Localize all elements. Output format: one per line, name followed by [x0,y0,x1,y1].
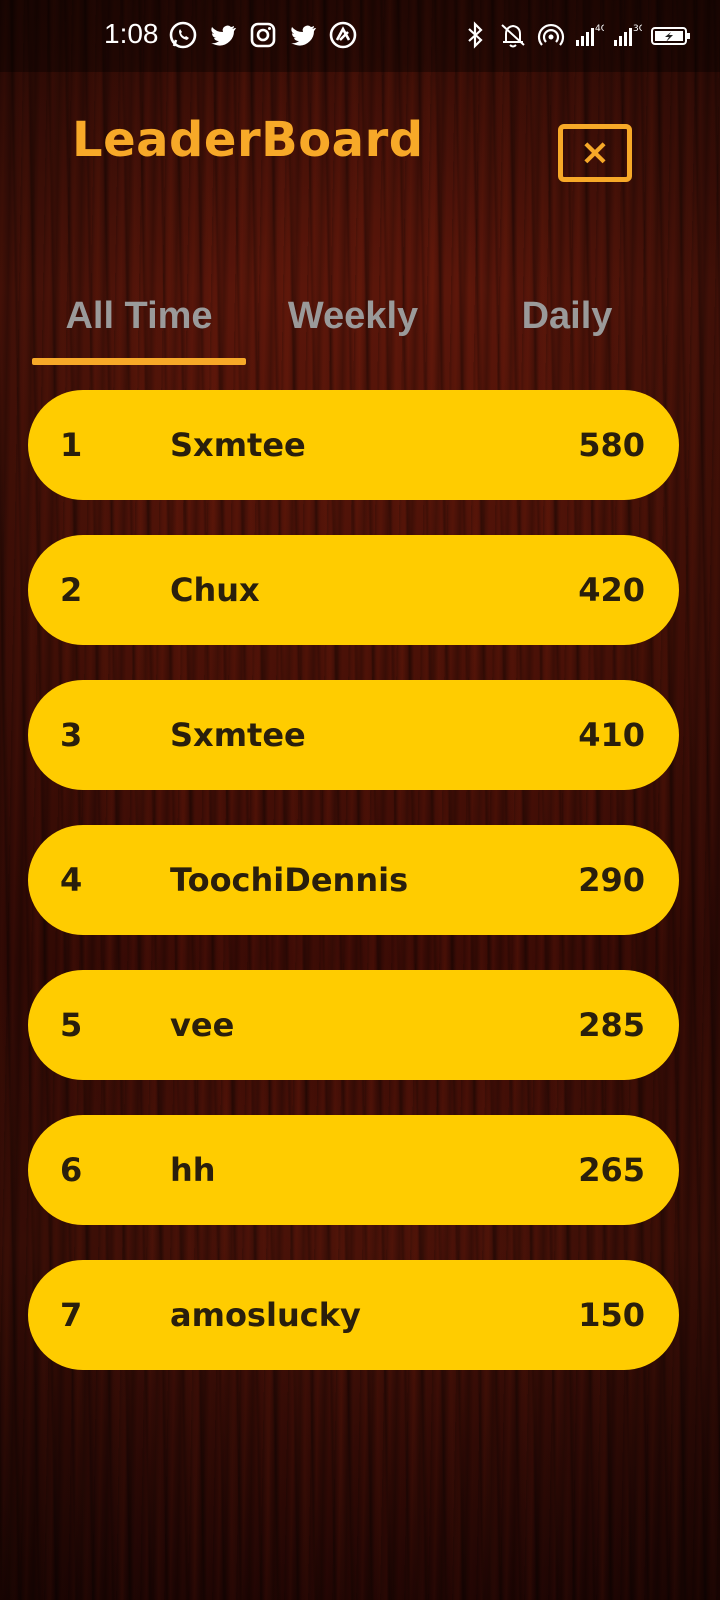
player-name: vee [170,1006,235,1044]
status-bar: 1:08 4G 3G [0,0,720,72]
whatsapp-icon [168,20,198,50]
rank-number: 2 [60,571,83,609]
player-name: Sxmtee [170,426,306,464]
status-time: 1:08 [104,18,159,49]
active-tab-indicator [32,358,246,365]
player-score: 290 [578,861,645,899]
svg-text:4G: 4G [595,24,604,34]
svg-text:3G: 3G [633,24,642,34]
leaderboard-row[interactable]: 2 Chux 420 [28,535,679,645]
leaderboard-row[interactable]: 6 hh 265 [28,1115,679,1225]
close-button[interactable]: × [558,124,632,182]
instagram-icon [248,20,278,50]
leaderboard-row[interactable]: 5 vee 285 [28,970,679,1080]
tab-daily[interactable]: Daily [460,288,674,344]
close-icon: × [579,132,611,173]
player-score: 285 [578,1006,645,1044]
rank-number: 4 [60,861,83,899]
player-score: 265 [578,1151,645,1189]
bell-muted-icon [498,20,528,50]
leaderboard-row[interactable]: 7 amoslucky 150 [28,1260,679,1370]
tab-weekly[interactable]: Weekly [246,288,460,344]
hotspot-icon [536,20,566,50]
tab-all-time[interactable]: All Time [32,288,246,344]
system-icons: 4G 3G [460,20,692,50]
leaderboard-list: 1 Sxmtee 580 2 Chux 420 3 Sxmtee 410 4 T… [28,390,679,1405]
player-score: 150 [578,1296,645,1334]
player-name: hh [170,1151,216,1189]
rank-number: 1 [60,426,83,464]
battery-charging-icon [650,20,692,50]
player-score: 420 [578,571,645,609]
notification-icons [168,20,358,50]
player-name: amoslucky [170,1296,361,1334]
player-name: Chux [170,571,260,609]
tab-bar: All Time Weekly Daily [32,288,688,368]
player-score: 580 [578,426,645,464]
player-score: 410 [578,716,645,754]
twitter-icon [208,20,238,50]
rank-number: 6 [60,1151,83,1189]
rank-number: 7 [60,1296,83,1334]
leaderboard-row[interactable]: 4 ToochiDennis 290 [28,825,679,935]
leaderboard-row[interactable]: 3 Sxmtee 410 [28,680,679,790]
leaderboard-row[interactable]: 1 Sxmtee 580 [28,390,679,500]
signal-3g-icon: 3G [612,20,646,50]
app-icon [328,20,358,50]
rank-number: 3 [60,716,83,754]
player-name: ToochiDennis [170,861,409,899]
player-name: Sxmtee [170,716,306,754]
twitter-icon [288,20,318,50]
bluetooth-icon [460,20,490,50]
page-title: LeaderBoard [72,112,424,168]
rank-number: 5 [60,1006,83,1044]
signal-4g-icon: 4G [574,20,608,50]
